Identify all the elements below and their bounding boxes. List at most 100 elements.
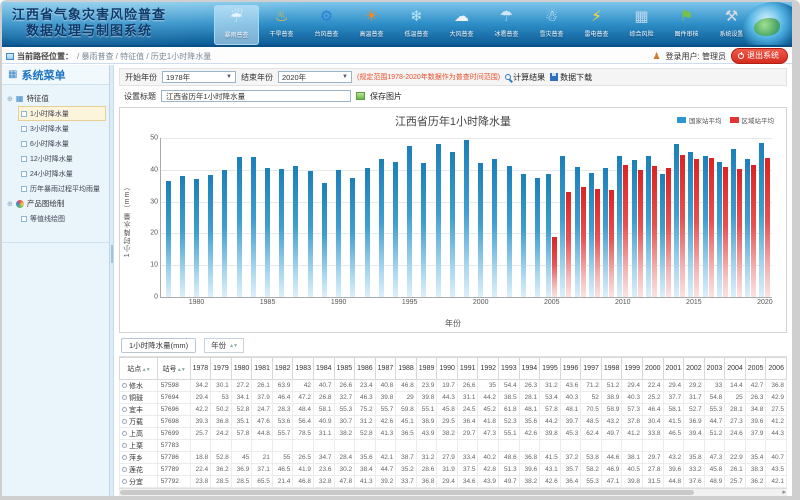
red-bar-2018	[737, 169, 742, 297]
horizontal-scrollbar[interactable]: ▸	[119, 488, 787, 496]
download-button[interactable]: 数据下载	[550, 72, 592, 83]
column-header-year-1987: 1987	[375, 358, 396, 380]
value-cell: 29.4	[663, 380, 684, 392]
sidebar-item-12小时降水量[interactable]: 12小时降水量	[18, 151, 106, 166]
end-year-select[interactable]: 2020年 ▼	[278, 71, 352, 83]
value-cell: 25.2	[642, 392, 663, 404]
row-radio-icon[interactable]	[122, 395, 127, 400]
table-row[interactable]: 上栗57783	[120, 440, 787, 452]
value-cell: 26.1	[725, 464, 746, 476]
value-cell: 52.8	[231, 404, 252, 416]
row-radio-icon[interactable]	[122, 431, 127, 436]
nav-item-drought[interactable]: ♨干旱普查	[259, 5, 304, 45]
nav-item-high-temp[interactable]: ☀高温普查	[349, 5, 394, 45]
column-header-station-id[interactable]: 站号 ▲▼	[157, 358, 190, 380]
title-toolbar: 设置标题 江西省历年1小时降水量 保存图片	[119, 88, 787, 104]
row-radio-icon[interactable]	[122, 383, 127, 388]
value-cell: 51.2	[601, 380, 622, 392]
value-cell: 42.1	[375, 452, 396, 464]
value-cell: 43.1	[540, 464, 561, 476]
chart-title-input[interactable]: 江西省历年1小时降水量	[161, 90, 351, 102]
row-radio-icon[interactable]	[122, 467, 127, 472]
value-cell: 34.2	[190, 380, 211, 392]
table-row[interactable]: 宜丰5769642.250.252.824.728.348.458.155.37…	[120, 404, 787, 416]
row-radio-icon[interactable]	[122, 455, 127, 460]
logout-button-label: 退出系统	[747, 50, 779, 61]
value-cell: 43.6	[560, 380, 581, 392]
nav-item-low-temp[interactable]: ❄低温普查	[394, 5, 439, 45]
value-cell: 42.6	[519, 428, 540, 440]
value-cell: 52.3	[499, 416, 520, 428]
table-row[interactable]: 铜鼓5769429.45334.137.946.447.226.832.746.…	[120, 392, 787, 404]
table-row[interactable]: 上高5769925.724.257.844.855.778.531.138.25…	[120, 428, 787, 440]
blue-bar-1994	[393, 162, 398, 297]
blue-bar-1986	[279, 169, 284, 297]
value-cell: 42.1	[766, 476, 787, 488]
calculate-button[interactable]: 计算结果	[505, 72, 545, 83]
column-header-year-1979: 1979	[211, 358, 232, 380]
blue-bar-2013	[660, 174, 665, 297]
value-cell	[416, 440, 437, 452]
sidebar-item-24小时降水量[interactable]: 24小时降水量	[18, 166, 106, 181]
nav-item-gale[interactable]: ☁大风普查	[439, 5, 484, 45]
sidebar-item-等值线绘图[interactable]: 等值线绘图	[18, 211, 106, 226]
checkbox-icon	[21, 141, 27, 147]
table-row[interactable]: 修水5759834.230.127.226.163.94240.726.623.…	[120, 380, 787, 392]
value-cell: 31.2	[355, 416, 376, 428]
tree-group-1[interactable]: ⊕产品图绘制	[5, 196, 106, 211]
value-cell: 24.6	[725, 428, 746, 440]
value-cell: 42.7	[745, 380, 766, 392]
scrollbar-thumb[interactable]	[120, 490, 694, 495]
table-row[interactable]: 萍乡5778618.852.845215526.534.728.435.642.…	[120, 452, 787, 464]
value-cell: 31.9	[437, 464, 458, 476]
x-tick-label: 2020	[750, 299, 780, 306]
value-cell: 39.4	[684, 428, 705, 440]
blue-bar-1979	[180, 176, 185, 297]
sidebar-item-历年暴雨过程平均雨量[interactable]: 历年暴雨过程平均雨量	[18, 181, 106, 196]
column-header-year-1997: 1997	[581, 358, 602, 380]
tree-toggle-icon[interactable]: ⊕	[7, 95, 13, 103]
nav-item-typhoon[interactable]: ⚙台风普查	[304, 5, 349, 45]
sidebar-item-label: 等值线绘图	[30, 214, 65, 224]
table-row[interactable]: 分宜5779223.828.528.565.521.446.832.847.84…	[120, 476, 787, 488]
save-image-button[interactable]: 保存图片	[370, 91, 402, 102]
value-cell: 27.3	[725, 416, 746, 428]
value-cell: 39.8	[416, 392, 437, 404]
save-disk-icon	[550, 73, 558, 81]
sidebar-item-1小时降水量[interactable]: 1小时降水量	[18, 106, 106, 121]
value-cell: 24.7	[252, 404, 273, 416]
sidebar-item-3小时降水量[interactable]: 3小时降水量	[18, 121, 106, 136]
logout-button[interactable]: 退出系统	[731, 48, 788, 64]
column-header-station[interactable]: 站点 ▲▼	[120, 358, 158, 380]
value-cell: 46.5	[272, 464, 293, 476]
row-radio-icon[interactable]	[122, 443, 127, 448]
year-sort-control[interactable]: 年份 ▲▼	[204, 338, 244, 353]
value-cell: 35.4	[745, 452, 766, 464]
table-row[interactable]: 万载5769839.336.835.147.653.656.440.930.73…	[120, 416, 787, 428]
table-row[interactable]: 莲花5778922.436.236.937.146.541.923.630.23…	[120, 464, 787, 476]
column-header-year-1978: 1978	[190, 358, 211, 380]
row-radio-icon[interactable]	[122, 479, 127, 484]
settings-icon: ⚒	[721, 6, 743, 28]
nav-item-composite-risk[interactable]: ▦综合风险	[619, 5, 664, 45]
value-cell: 48.1	[519, 404, 540, 416]
column-header-year-1996: 1996	[560, 358, 581, 380]
tree-group-0[interactable]: ⊕▦特征值	[5, 91, 106, 106]
row-radio-icon[interactable]	[122, 407, 127, 412]
breadcrumb-bar: 当前路径位置： / 暴雨普查 / 特征值 / 历史1小时降水量 ♟ 登录用户: …	[2, 49, 792, 64]
value-cell	[478, 440, 499, 452]
nav-item-snow[interactable]: ☃雪灾普查	[529, 5, 574, 45]
value-cell: 30.2	[334, 464, 355, 476]
blue-bar-1982	[222, 170, 227, 297]
start-year-select[interactable]: 1978年 ▼	[162, 71, 236, 83]
tree-toggle-icon[interactable]: ⊕	[7, 200, 13, 208]
nav-item-hail[interactable]: ☂冰雹普查	[484, 5, 529, 45]
nav-item-lightning[interactable]: ⚡雷电普查	[574, 5, 619, 45]
column-header-year-1983: 1983	[293, 358, 314, 380]
row-radio-icon[interactable]	[122, 419, 127, 424]
column-header-year-1998: 1998	[601, 358, 622, 380]
nav-item-map-review[interactable]: ⚑图件审核	[664, 5, 709, 45]
legend-label: 国家站平均	[689, 115, 722, 125]
nav-item-rainstorm[interactable]: ☔暴雨普查	[214, 5, 259, 45]
sidebar-item-6小时降水量[interactable]: 6小时降水量	[18, 136, 106, 151]
